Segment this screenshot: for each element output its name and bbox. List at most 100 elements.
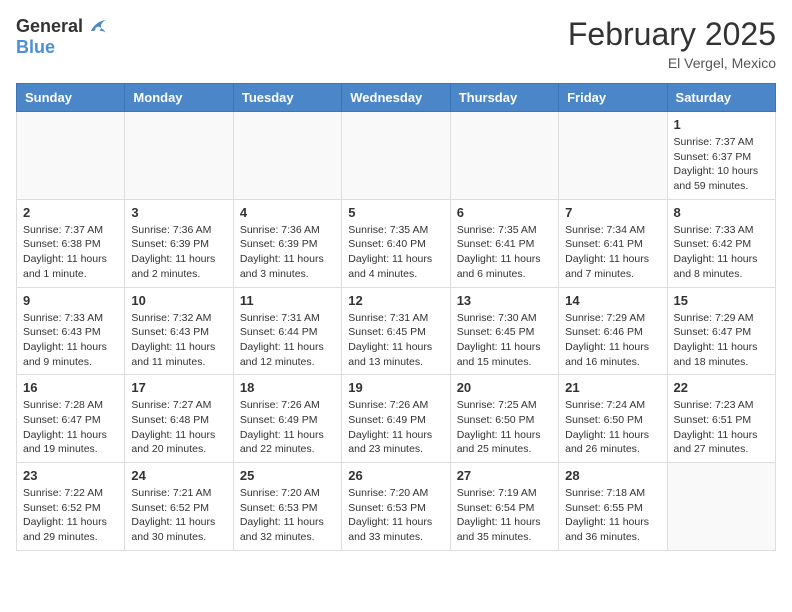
- day-info: Sunrise: 7:29 AMSunset: 6:46 PMDaylight:…: [565, 311, 660, 370]
- day-info: Sunrise: 7:19 AMSunset: 6:54 PMDaylight:…: [457, 486, 552, 545]
- calendar-cell: 9Sunrise: 7:33 AMSunset: 6:43 PMDaylight…: [17, 287, 125, 375]
- weekday-header-friday: Friday: [559, 84, 667, 112]
- day-number: 22: [674, 380, 769, 395]
- calendar-cell: [125, 112, 233, 200]
- day-number: 10: [131, 293, 226, 308]
- day-info: Sunrise: 7:36 AMSunset: 6:39 PMDaylight:…: [240, 223, 335, 282]
- logo-blue: Blue: [16, 38, 107, 58]
- day-number: 25: [240, 468, 335, 483]
- weekday-header-thursday: Thursday: [450, 84, 558, 112]
- day-number: 18: [240, 380, 335, 395]
- day-info: Sunrise: 7:28 AMSunset: 6:47 PMDaylight:…: [23, 398, 118, 457]
- weekday-header-saturday: Saturday: [667, 84, 775, 112]
- weekday-header-tuesday: Tuesday: [233, 84, 341, 112]
- calendar-cell: [450, 112, 558, 200]
- day-info: Sunrise: 7:30 AMSunset: 6:45 PMDaylight:…: [457, 311, 552, 370]
- calendar-cell: 5Sunrise: 7:35 AMSunset: 6:40 PMDaylight…: [342, 199, 450, 287]
- calendar-cell: [559, 112, 667, 200]
- calendar-cell: 19 Sunrise: 7:26 AMSunset: 6:49 PMDayligh…: [342, 375, 450, 463]
- calendar-cell: 26 Sunrise: 7:20 AMSunset: 6:53 PMDayligh…: [342, 463, 450, 551]
- day-info: Sunrise: 7:24 AMSunset: 6:50 PMDaylight:…: [565, 398, 660, 457]
- day-info: Sunrise: 7:26 AMSunset: 6:49 PMDaylight:…: [348, 398, 443, 457]
- day-info: Sunrise: 7:33 AMSunset: 6:42 PMDaylight:…: [674, 223, 769, 282]
- calendar-cell: 22Sunrise: 7:23 AMSunset: 6:51 PMDayligh…: [667, 375, 775, 463]
- day-number: 26: [348, 468, 443, 483]
- weekday-header-sunday: Sunday: [17, 84, 125, 112]
- day-info: Sunrise: 7:37 AMSunset: 6:38 PMDaylight:…: [23, 223, 118, 282]
- weekday-header-wednesday: Wednesday: [342, 84, 450, 112]
- day-info: Sunrise: 7:36 AMSunset: 6:39 PMDaylight:…: [131, 223, 226, 282]
- calendar-cell: [17, 112, 125, 200]
- day-number: 19: [348, 380, 443, 395]
- day-info: Sunrise: 7:29 AMSunset: 6:47 PMDaylight:…: [674, 311, 769, 370]
- calendar-cell: 28 Sunrise: 7:18 AMSunset: 6:55 PMDayligh…: [559, 463, 667, 551]
- day-info: Sunrise: 7:31 AMSunset: 6:44 PMDaylight:…: [240, 311, 335, 370]
- calendar-cell: 6Sunrise: 7:35 AMSunset: 6:41 PMDaylight…: [450, 199, 558, 287]
- calendar-cell: 13Sunrise: 7:30 AMSunset: 6:45 PMDayligh…: [450, 287, 558, 375]
- calendar-cell: 21 Sunrise: 7:24 AMSunset: 6:50 PMDayligh…: [559, 375, 667, 463]
- calendar-cell: 24 Sunrise: 7:21 AMSunset: 6:52 PMDayligh…: [125, 463, 233, 551]
- calendar-table: SundayMondayTuesdayWednesdayThursdayFrid…: [16, 83, 776, 551]
- day-number: 24: [131, 468, 226, 483]
- day-info: Sunrise: 7:22 AMSunset: 6:52 PMDaylight:…: [23, 486, 118, 545]
- weekday-header-monday: Monday: [125, 84, 233, 112]
- day-info: Sunrise: 7:21 AMSunset: 6:52 PMDaylight:…: [131, 486, 226, 545]
- calendar-cell: 17 Sunrise: 7:27 AMSunset: 6:48 PMDayligh…: [125, 375, 233, 463]
- calendar-cell: 11 Sunrise: 7:31 AMSunset: 6:44 PMDayligh…: [233, 287, 341, 375]
- day-number: 4: [240, 205, 335, 220]
- logo: General Blue: [16, 16, 107, 58]
- day-number: 2: [23, 205, 118, 220]
- calendar-cell: [667, 463, 775, 551]
- day-info: Sunrise: 7:37 AMSunset: 6:37 PMDaylight:…: [674, 135, 769, 194]
- day-number: 17: [131, 380, 226, 395]
- calendar-cell: 15 Sunrise: 7:29 AMSunset: 6:47 PMDayligh…: [667, 287, 775, 375]
- location-title: El Vergel, Mexico: [568, 55, 776, 71]
- day-number: 12: [348, 293, 443, 308]
- calendar-week-row: 23 Sunrise: 7:22 AMSunset: 6:52 PMDayligh…: [17, 463, 776, 551]
- calendar-cell: 4 Sunrise: 7:36 AMSunset: 6:39 PMDaylight…: [233, 199, 341, 287]
- calendar-cell: [233, 112, 341, 200]
- day-number: 11: [240, 293, 335, 308]
- title-area: February 2025 El Vergel, Mexico: [568, 16, 776, 71]
- calendar-header-row: SundayMondayTuesdayWednesdayThursdayFrid…: [17, 84, 776, 112]
- day-number: 9: [23, 293, 118, 308]
- calendar-cell: 8 Sunrise: 7:33 AMSunset: 6:42 PMDaylight…: [667, 199, 775, 287]
- day-info: Sunrise: 7:25 AMSunset: 6:50 PMDaylight:…: [457, 398, 552, 457]
- day-number: 16: [23, 380, 118, 395]
- day-info: Sunrise: 7:20 AMSunset: 6:53 PMDaylight:…: [240, 486, 335, 545]
- calendar-cell: 3 Sunrise: 7:36 AMSunset: 6:39 PMDaylight…: [125, 199, 233, 287]
- calendar-cell: 27 Sunrise: 7:19 AMSunset: 6:54 PMDayligh…: [450, 463, 558, 551]
- day-number: 14: [565, 293, 660, 308]
- day-info: Sunrise: 7:20 AMSunset: 6:53 PMDaylight:…: [348, 486, 443, 545]
- day-number: 20: [457, 380, 552, 395]
- day-info: Sunrise: 7:34 AMSunset: 6:41 PMDaylight:…: [565, 223, 660, 282]
- calendar-cell: 14 Sunrise: 7:29 AMSunset: 6:46 PMDayligh…: [559, 287, 667, 375]
- day-number: 1: [674, 117, 769, 132]
- calendar-cell: 16 Sunrise: 7:28 AMSunset: 6:47 PMDayligh…: [17, 375, 125, 463]
- calendar-cell: [342, 112, 450, 200]
- day-number: 21: [565, 380, 660, 395]
- calendar-week-row: 16 Sunrise: 7:28 AMSunset: 6:47 PMDayligh…: [17, 375, 776, 463]
- calendar-cell: 18 Sunrise: 7:26 AMSunset: 6:49 PMDayligh…: [233, 375, 341, 463]
- day-info: Sunrise: 7:26 AMSunset: 6:49 PMDaylight:…: [240, 398, 335, 457]
- day-info: Sunrise: 7:27 AMSunset: 6:48 PMDaylight:…: [131, 398, 226, 457]
- day-number: 28: [565, 468, 660, 483]
- day-number: 23: [23, 468, 118, 483]
- calendar-cell: 12 Sunrise: 7:31 AMSunset: 6:45 PMDayligh…: [342, 287, 450, 375]
- day-info: Sunrise: 7:31 AMSunset: 6:45 PMDaylight:…: [348, 311, 443, 370]
- day-number: 6: [457, 205, 552, 220]
- calendar-week-row: 1 Sunrise: 7:37 AMSunset: 6:37 PMDaylight…: [17, 112, 776, 200]
- day-info: Sunrise: 7:18 AMSunset: 6:55 PMDaylight:…: [565, 486, 660, 545]
- logo-bird-icon: [85, 16, 107, 38]
- day-number: 3: [131, 205, 226, 220]
- day-number: 7: [565, 205, 660, 220]
- day-number: 27: [457, 468, 552, 483]
- day-info: Sunrise: 7:32 AMSunset: 6:43 PMDaylight:…: [131, 311, 226, 370]
- calendar-cell: 23 Sunrise: 7:22 AMSunset: 6:52 PMDayligh…: [17, 463, 125, 551]
- month-title: February 2025: [568, 16, 776, 53]
- calendar-cell: 1 Sunrise: 7:37 AMSunset: 6:37 PMDaylight…: [667, 112, 775, 200]
- day-number: 5: [348, 205, 443, 220]
- day-number: 8: [674, 205, 769, 220]
- logo-general: General: [16, 17, 83, 37]
- day-number: 15: [674, 293, 769, 308]
